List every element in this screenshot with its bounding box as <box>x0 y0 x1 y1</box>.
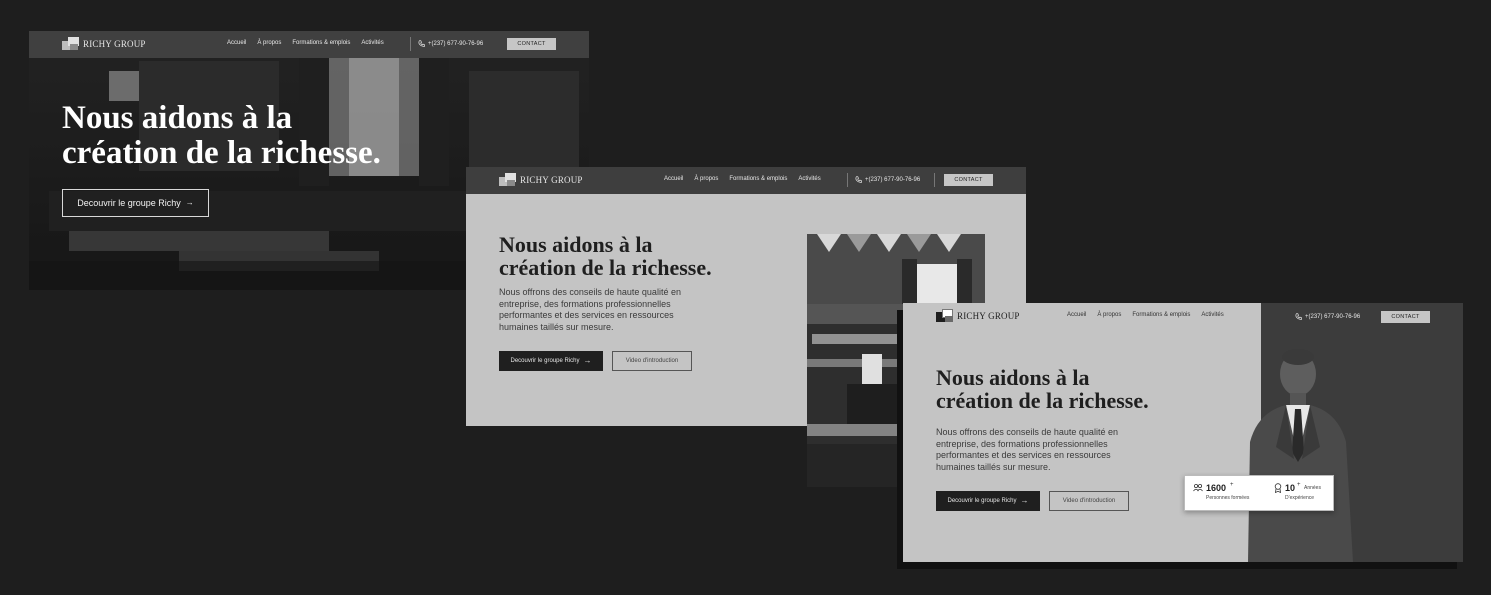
nav-item-a-propos[interactable]: À propos <box>257 40 281 46</box>
nav-menu: Accueil À propos Formations & emplois Ac… <box>227 40 384 46</box>
nav-item-activites[interactable]: Activités <box>798 176 820 182</box>
logo[interactable]: RICHY GROUP <box>499 173 583 187</box>
discover-button-label: Decouvrir le groupe Richy <box>510 358 580 364</box>
hero-title-line1: Nous aidons à la <box>62 100 293 136</box>
arrow-right-icon: → <box>1020 496 1029 505</box>
nav-item-accueil[interactable]: Accueil <box>227 40 246 46</box>
logo-mark-icon <box>62 37 80 51</box>
nav-item-a-propos[interactable]: À propos <box>1097 312 1121 318</box>
logo[interactable]: RICHY GROUP <box>936 309 1020 323</box>
discover-button[interactable]: Decouvrir le groupe Richy → <box>499 351 603 371</box>
nav-menu: Accueil À propos Formations & emplois Ac… <box>664 176 821 182</box>
stat-years-value: 10 <box>1285 483 1296 493</box>
logo-text: RICHY GROUP <box>83 39 146 49</box>
contact-button[interactable]: CONTACT <box>507 38 556 50</box>
stat-years-label-1: Années <box>1304 485 1321 491</box>
nav-divider <box>410 37 411 51</box>
phone-icon <box>418 40 425 47</box>
phone-icon <box>855 176 862 183</box>
stat-trained-label: Personnes formées <box>1206 495 1250 501</box>
nav-menu: Accueil À propos Formations & emplois Ac… <box>1067 312 1224 318</box>
nav-item-accueil[interactable]: Accueil <box>1067 312 1086 318</box>
navbar: RICHY GROUP Accueil À propos Formations … <box>466 167 1026 194</box>
hero-title-line2: création de la richesse. <box>936 388 1149 414</box>
navbar: RICHY GROUP Accueil À propos Formations … <box>903 303 1463 330</box>
nav-item-formations[interactable]: Formations & emplois <box>1132 312 1190 318</box>
nav-item-accueil[interactable]: Accueil <box>664 176 683 182</box>
nav-item-activites[interactable]: Activités <box>361 40 383 46</box>
discover-button[interactable]: Decouvrir le groupe Richy → <box>936 491 1040 511</box>
stats-card: 1600 + Personnes formées 10 + Années D'e… <box>1184 475 1334 511</box>
hero-title-line1: Nous aidons à la <box>499 232 653 257</box>
stat-years-suffix: + <box>1297 482 1301 488</box>
phone-number: +(237) 677-90-76-96 <box>865 176 921 183</box>
hero-title-line2: création de la richesse. <box>499 255 712 281</box>
nav-divider <box>847 173 848 187</box>
stat-trained-value: 1600 <box>1206 483 1227 493</box>
intro-video-label: Video d'introduction <box>625 358 679 364</box>
hero-title: Nous aidons à la création de la richesse… <box>62 101 381 170</box>
nav-phone[interactable]: +(237) 677-90-76-96 <box>1295 313 1360 320</box>
intro-video-label: Video d'introduction <box>1062 498 1116 504</box>
hero-title: Nous aidons à la création de la richesse… <box>936 366 1149 412</box>
discover-button-label: Decouvrir le groupe Richy <box>77 198 181 208</box>
phone-icon <box>1295 313 1302 320</box>
phone-number: +(237) 677-90-76-96 <box>428 40 484 47</box>
hero-title: Nous aidons à la création de la richesse… <box>499 233 712 279</box>
portrait-photo <box>1248 349 1353 562</box>
arrow-right-icon: → <box>185 198 194 207</box>
people-icon <box>1193 484 1203 492</box>
nav-item-formations[interactable]: Formations & emplois <box>729 176 787 182</box>
award-icon <box>1274 483 1282 493</box>
logo[interactable]: RICHY GROUP <box>62 37 146 51</box>
arrow-right-icon: → <box>583 356 592 365</box>
logo-mark-icon <box>499 173 517 187</box>
logo-text: RICHY GROUP <box>957 311 1020 321</box>
nav-item-formations[interactable]: Formations & emplois <box>292 40 350 46</box>
nav-divider-2 <box>934 173 935 187</box>
hero-description: Nous offrons des conseils de haute quali… <box>499 287 681 332</box>
logo-text: RICHY GROUP <box>520 175 583 185</box>
nav-phone[interactable]: +(237) 677-90-76-96 <box>418 40 483 47</box>
mockup-portrait-hero: RICHY GROUP Accueil À propos Formations … <box>903 303 1463 562</box>
intro-video-button[interactable]: Video d'introduction <box>612 351 692 371</box>
stat-years-label-2: D'expérience <box>1285 495 1315 501</box>
nav-item-a-propos[interactable]: À propos <box>694 176 718 182</box>
contact-button[interactable]: CONTACT <box>1381 311 1430 323</box>
intro-video-button[interactable]: Video d'introduction <box>1049 491 1129 511</box>
discover-button[interactable]: Decouvrir le groupe Richy → <box>62 189 209 217</box>
discover-button-label: Decouvrir le groupe Richy <box>947 498 1017 504</box>
hero-title-line2: création de la richesse. <box>62 134 381 171</box>
logo-mark-icon <box>936 309 954 323</box>
stat-trained-suffix: + <box>1230 482 1234 488</box>
hero-description: Nous offrons des conseils de haute quali… <box>936 427 1118 472</box>
contact-button[interactable]: CONTACT <box>944 174 993 186</box>
phone-number: +(237) 677-90-76-96 <box>1305 313 1361 320</box>
navbar: RICHY GROUP Accueil À propos Formations … <box>29 31 589 58</box>
nav-item-activites[interactable]: Activités <box>1201 312 1223 318</box>
nav-phone[interactable]: +(237) 677-90-76-96 <box>855 176 920 183</box>
hero-title-line1: Nous aidons à la <box>936 365 1090 390</box>
